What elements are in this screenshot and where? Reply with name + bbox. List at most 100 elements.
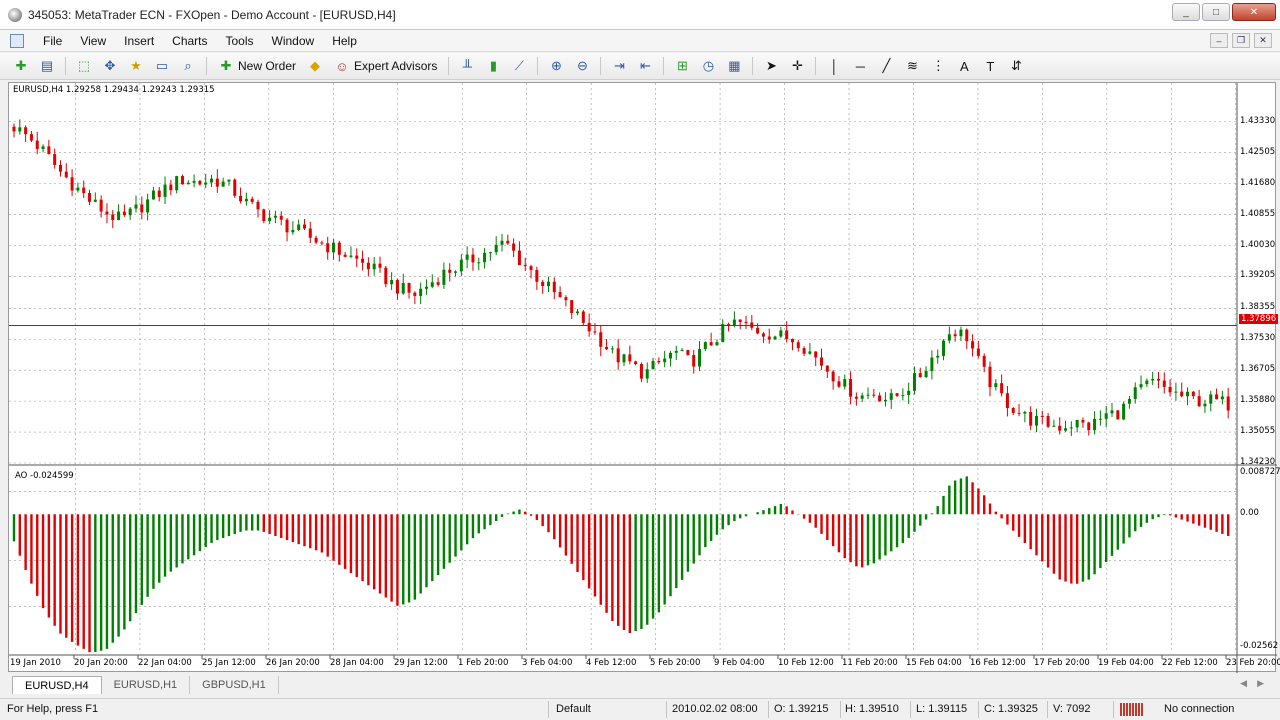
chart-window-icon[interactable] bbox=[10, 33, 24, 48]
candle-body bbox=[1069, 427, 1073, 429]
maximize-button[interactable]: □ bbox=[1202, 3, 1230, 21]
candle-body bbox=[111, 214, 115, 221]
price-tick-label: 1.38355 bbox=[1240, 302, 1276, 313]
time-tick-label: 20 Jan 20:00 bbox=[74, 658, 128, 668]
menu-tools[interactable]: Tools bbox=[217, 34, 263, 48]
mdi-minimize-button[interactable]: – bbox=[1210, 33, 1228, 48]
candle-body bbox=[587, 322, 591, 332]
connection-bars-icon bbox=[1120, 703, 1144, 716]
vertical-line-icon[interactable]: │ bbox=[824, 56, 844, 76]
arrows-icon[interactable]: ⇵ bbox=[1006, 56, 1026, 76]
time-tick-label: 23 Feb 20:00 bbox=[1226, 658, 1280, 668]
tester-icon[interactable]: ⌕ bbox=[178, 56, 198, 76]
autoscroll-icon[interactable]: ⇤ bbox=[635, 56, 655, 76]
crosshair-icon[interactable]: ✛ bbox=[787, 56, 807, 76]
tab-right-icon[interactable]: ▶ bbox=[1257, 678, 1264, 689]
candle-body bbox=[239, 195, 243, 202]
data-window-icon[interactable]: ★ bbox=[126, 56, 146, 76]
candle-body bbox=[1040, 415, 1044, 417]
candle-body bbox=[122, 211, 126, 216]
candle-body bbox=[1081, 419, 1085, 423]
horizontal-line-icon[interactable]: ─ bbox=[850, 56, 870, 76]
candle-body bbox=[477, 262, 481, 264]
expert-advisors-button[interactable]: ☺ Expert Advisors bbox=[328, 58, 443, 74]
chart-window[interactable]: EURUSD,H4 1.29258 1.29434 1.29243 1.2931… bbox=[8, 82, 1280, 673]
time-tick-label: 25 Jan 12:00 bbox=[202, 658, 256, 668]
zoom-out-icon[interactable]: ⊖ bbox=[572, 56, 592, 76]
candle-body bbox=[215, 178, 219, 187]
cursor-icon[interactable]: ➤ bbox=[761, 56, 781, 76]
candle-body bbox=[912, 373, 916, 391]
tab-eurusd-h1[interactable]: EURUSD,H1 bbox=[102, 676, 191, 694]
price-tick-label: 1.41680 bbox=[1240, 177, 1276, 188]
trendline-icon[interactable]: ╱ bbox=[876, 56, 896, 76]
menu-charts[interactable]: Charts bbox=[163, 34, 216, 48]
periods-icon[interactable]: ◷ bbox=[698, 56, 718, 76]
candle-body bbox=[273, 215, 277, 218]
text-icon[interactable]: A bbox=[954, 56, 974, 76]
market-watch-icon[interactable]: ⬚ bbox=[74, 56, 94, 76]
candle-body bbox=[698, 349, 702, 367]
profiles-icon[interactable]: ▤ bbox=[37, 56, 57, 76]
candle-body bbox=[430, 282, 434, 287]
chart-canvas[interactable] bbox=[9, 83, 1277, 673]
candle-body bbox=[1209, 394, 1213, 404]
time-tick-label: 3 Feb 04:00 bbox=[522, 658, 573, 668]
tab-left-icon[interactable]: ◀ bbox=[1240, 678, 1247, 689]
menu-window[interactable]: Window bbox=[263, 34, 324, 48]
time-tick-label: 1 Feb 20:00 bbox=[458, 658, 509, 668]
mdi-close-button[interactable]: ✕ bbox=[1254, 33, 1272, 48]
candle-body bbox=[308, 228, 312, 238]
app-icon bbox=[8, 7, 22, 22]
candle-body bbox=[349, 255, 353, 257]
candlesticks-icon[interactable]: ▮ bbox=[483, 56, 503, 76]
new-order-button[interactable]: ✚ New Order bbox=[212, 58, 302, 74]
status-help: For Help, press F1 bbox=[7, 703, 99, 715]
candle-body bbox=[41, 146, 45, 149]
candle-body bbox=[773, 336, 777, 340]
candle-body bbox=[593, 331, 597, 333]
navigator-icon[interactable]: ✥ bbox=[100, 56, 120, 76]
candle-body bbox=[332, 242, 336, 253]
candle-body bbox=[994, 383, 998, 388]
fibonacci-icon[interactable]: ≋ bbox=[902, 56, 922, 76]
candle-body bbox=[610, 348, 614, 350]
mdi-restore-button[interactable]: ❐ bbox=[1232, 33, 1250, 48]
menu-file[interactable]: File bbox=[34, 34, 71, 48]
templates-icon[interactable]: ▦ bbox=[724, 56, 744, 76]
candle-body bbox=[146, 199, 150, 213]
indicators-icon[interactable]: ⊞ bbox=[672, 56, 692, 76]
candle-body bbox=[320, 242, 324, 244]
terminal-icon[interactable]: ▭ bbox=[152, 56, 172, 76]
candle-body bbox=[535, 270, 539, 282]
minimize-button[interactable]: _ bbox=[1172, 3, 1200, 21]
line-chart-icon[interactable]: ⟋ bbox=[509, 56, 529, 76]
chart-shift-icon[interactable]: ⇥ bbox=[609, 56, 629, 76]
grid-icon[interactable]: ⋮ bbox=[928, 56, 948, 76]
candle-body bbox=[413, 292, 417, 296]
candle-body bbox=[58, 164, 62, 172]
candle-body bbox=[1075, 419, 1079, 428]
menu-insert[interactable]: Insert bbox=[115, 34, 163, 48]
candle-body bbox=[1151, 378, 1155, 381]
menu-help[interactable]: Help bbox=[323, 34, 366, 48]
candle-body bbox=[605, 346, 609, 350]
zoom-in-icon[interactable]: ⊕ bbox=[546, 56, 566, 76]
candle-body bbox=[1156, 378, 1160, 381]
candle-body bbox=[895, 393, 899, 396]
price-tick-label: 1.40030 bbox=[1240, 239, 1276, 250]
tab-eurusd-h4[interactable]: EURUSD,H4 bbox=[12, 676, 102, 694]
status-profile: Default bbox=[556, 703, 591, 715]
new-chart-icon[interactable]: ✚ bbox=[11, 56, 31, 76]
candle-body bbox=[779, 330, 783, 337]
autotrading-icon[interactable]: ◆ bbox=[305, 56, 325, 76]
price-tick-label: 1.36705 bbox=[1240, 364, 1276, 375]
close-button[interactable]: ✕ bbox=[1232, 3, 1276, 21]
candle-body bbox=[692, 354, 696, 367]
menu-view[interactable]: View bbox=[71, 34, 115, 48]
tab-gbpusd-h1[interactable]: GBPUSD,H1 bbox=[190, 676, 279, 694]
candle-body bbox=[523, 265, 527, 267]
label-icon[interactable]: T bbox=[980, 56, 1000, 76]
bar-chart-icon[interactable]: ╨ bbox=[457, 56, 477, 76]
candle-body bbox=[918, 373, 922, 378]
